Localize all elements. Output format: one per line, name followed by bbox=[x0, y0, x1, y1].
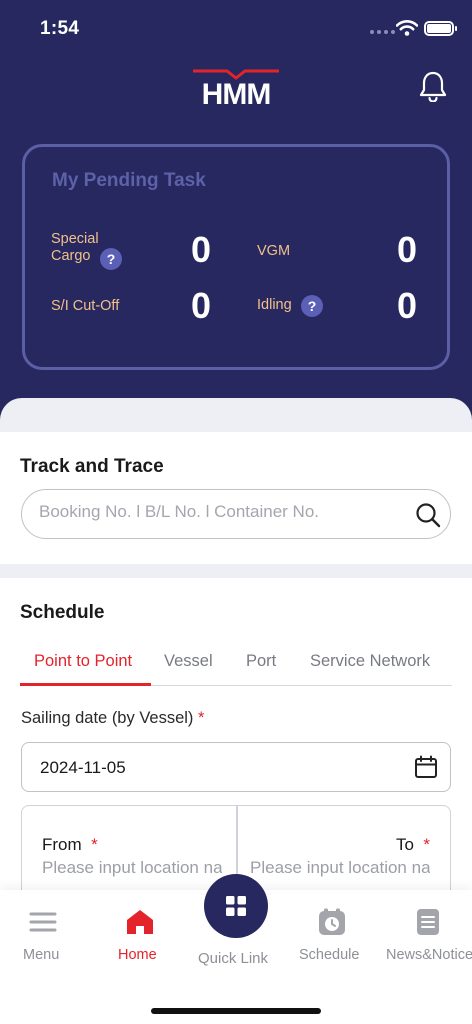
from-required-mark: * bbox=[91, 835, 98, 854]
from-location-input[interactable] bbox=[42, 858, 222, 878]
hmm-logo: HMM bbox=[193, 69, 279, 106]
schedule-clock-icon bbox=[319, 908, 345, 935]
pending-task-title: My Pending Task bbox=[52, 170, 206, 191]
required-mark: * bbox=[198, 709, 205, 727]
nav-label-news: News&Notice bbox=[386, 947, 472, 963]
wifi-icon bbox=[396, 20, 418, 36]
quick-link-button[interactable] bbox=[204, 874, 268, 938]
tab-vessel[interactable]: Vessel bbox=[164, 652, 213, 671]
special-cargo-label: Special Cargo bbox=[51, 231, 99, 264]
calendar-icon[interactable] bbox=[414, 755, 438, 779]
status-time: 1:54 bbox=[40, 18, 80, 39]
home-icon bbox=[127, 910, 153, 934]
schedule-tabs: Point to Point Vessel Port Service Netwo… bbox=[20, 644, 452, 686]
idling-label: Idling bbox=[257, 297, 292, 313]
tab-service-network[interactable]: Service Network bbox=[310, 652, 430, 671]
track-and-trace-section: Track and Trace bbox=[0, 432, 472, 564]
nav-label-menu: Menu bbox=[23, 947, 60, 963]
special-cargo-help-icon[interactable]: ? bbox=[100, 248, 122, 270]
track-search-box[interactable] bbox=[21, 489, 451, 539]
from-label-text: From bbox=[42, 835, 82, 854]
to-location-input[interactable] bbox=[250, 858, 430, 878]
sailing-date-value: 2024-11-05 bbox=[40, 758, 126, 777]
nav-item-news[interactable]: News&Notice bbox=[386, 890, 472, 980]
status-bar: 1:54 bbox=[0, 0, 472, 60]
vgm-count[interactable]: 0 bbox=[397, 229, 417, 271]
news-icon bbox=[417, 909, 439, 935]
track-and-trace-title: Track and Trace bbox=[20, 456, 164, 477]
sailing-date-label: Sailing date (by Vessel) * bbox=[21, 709, 204, 728]
bell-icon[interactable] bbox=[418, 70, 448, 102]
track-search-input[interactable] bbox=[39, 502, 399, 522]
to-label-text: To bbox=[395, 835, 414, 854]
nav-item-home[interactable]: Home bbox=[100, 890, 180, 980]
tab-port[interactable]: Port bbox=[246, 652, 276, 671]
to-required-mark: * bbox=[423, 835, 430, 854]
idling-help-icon[interactable]: ? bbox=[301, 295, 323, 317]
active-tab-indicator bbox=[20, 683, 151, 686]
home-indicator bbox=[151, 1008, 321, 1014]
bottom-navigation: Menu Home Quick Link Schedule News&Notic… bbox=[0, 874, 472, 1024]
battery-icon bbox=[424, 21, 457, 36]
to-label: To * bbox=[396, 835, 430, 855]
si-cutoff-label: S/I Cut-Off bbox=[51, 298, 120, 314]
search-icon[interactable] bbox=[415, 502, 441, 528]
from-label: From * bbox=[42, 835, 98, 855]
grid-icon bbox=[226, 896, 246, 916]
nav-item-menu[interactable]: Menu bbox=[0, 890, 86, 980]
si-cutoff-count[interactable]: 0 bbox=[191, 285, 211, 327]
idling-count[interactable]: 0 bbox=[397, 285, 417, 327]
menu-icon bbox=[29, 912, 57, 932]
special-cargo-count[interactable]: 0 bbox=[191, 229, 211, 271]
sailing-date-label-text: Sailing date (by Vessel) bbox=[21, 709, 194, 727]
schedule-title: Schedule bbox=[20, 602, 105, 623]
nav-label-home: Home bbox=[118, 947, 157, 963]
nav-label-quick-link[interactable]: Quick Link bbox=[198, 950, 268, 967]
vgm-label: VGM bbox=[257, 243, 291, 259]
schedule-section: Schedule Point to Point Vessel Port Serv… bbox=[0, 578, 472, 916]
sailing-date-field[interactable]: 2024-11-05 bbox=[21, 742, 451, 792]
nav-label-schedule: Schedule bbox=[299, 947, 360, 963]
tab-point-to-point[interactable]: Point to Point bbox=[34, 652, 132, 671]
header-hero: 1:54 HMM My Pending Task Special Cargo ? … bbox=[0, 0, 472, 430]
pending-task-card: My Pending Task Special Cargo ? 0 VGM 0 S… bbox=[22, 144, 450, 370]
nav-item-schedule[interactable]: Schedule bbox=[292, 890, 372, 980]
logo-text: HMM bbox=[202, 78, 271, 106]
cellular-signal-icon bbox=[370, 30, 395, 34]
